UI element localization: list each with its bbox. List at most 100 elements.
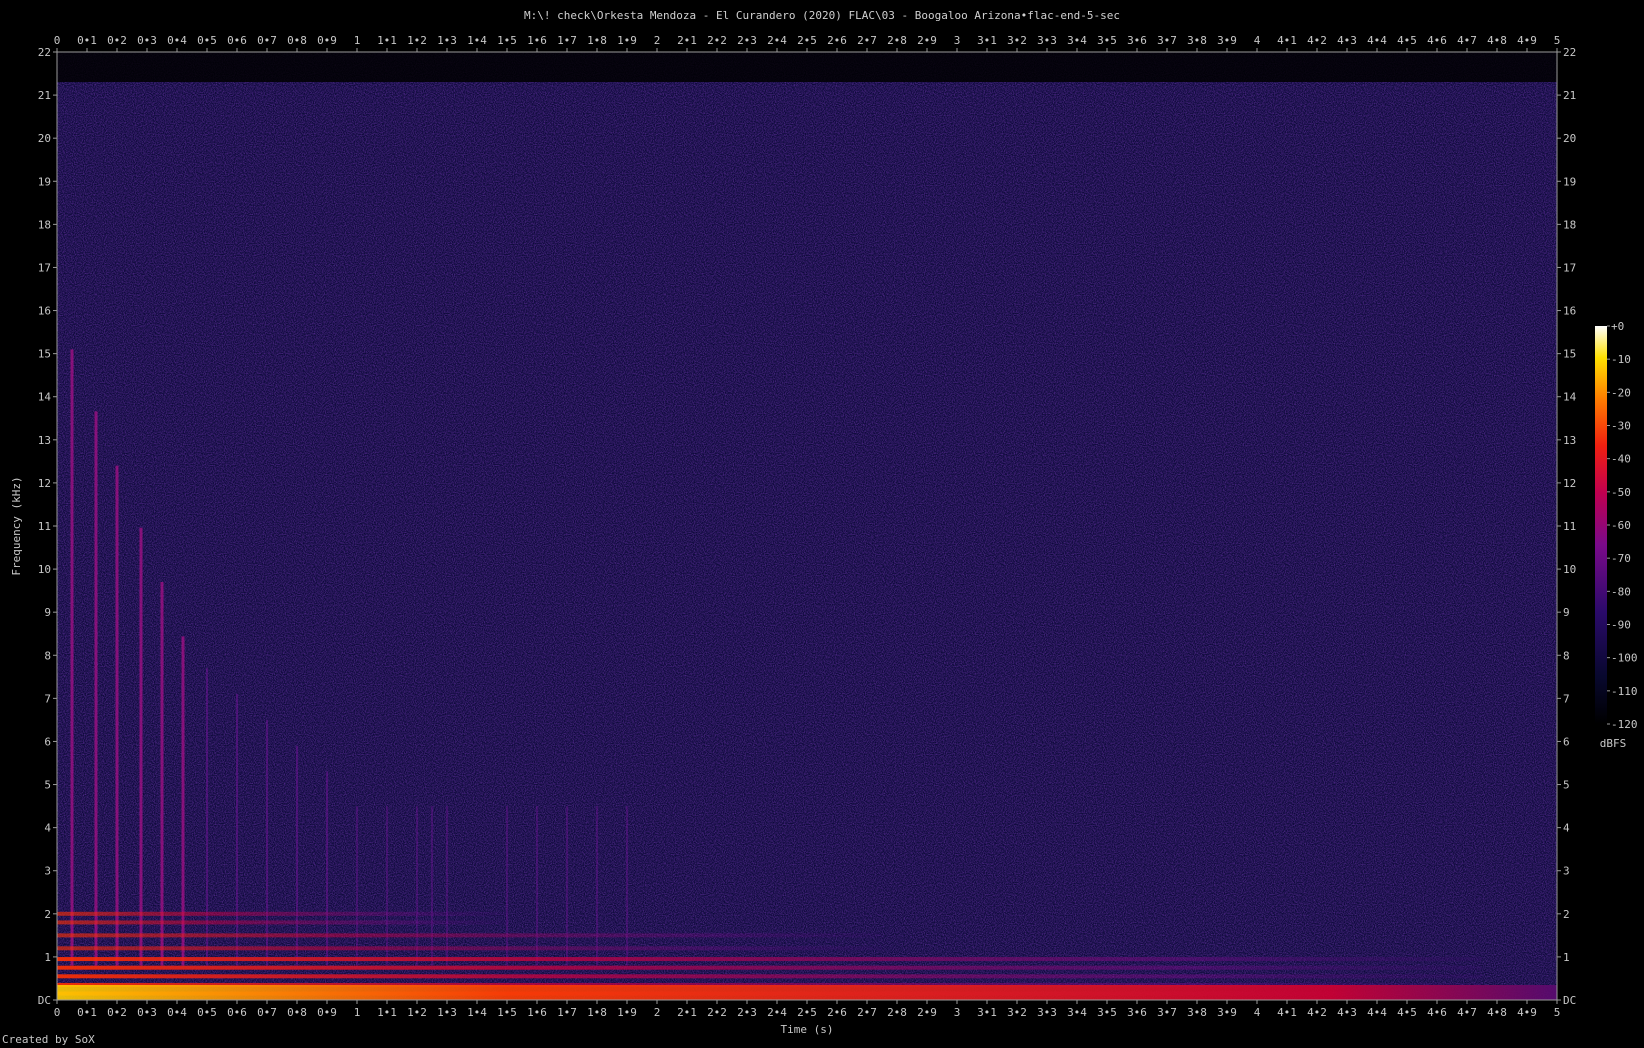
y-tick-label: 9: [1563, 606, 1570, 619]
x-tick-label: 1•5: [497, 1006, 517, 1019]
y-tick-label: 6: [1563, 735, 1570, 748]
y-tick-label: 14: [38, 391, 52, 404]
y-tick-label: 7: [1563, 692, 1570, 705]
x-tick-label: 4•3: [1337, 34, 1357, 47]
x-tick-label: 4•2: [1307, 1006, 1327, 1019]
x-tick-label: 1•6: [527, 1006, 547, 1019]
y-tick-label: 6: [44, 735, 51, 748]
x-tick-label: 2•3: [737, 1006, 757, 1019]
y-tick-label: 21: [1563, 89, 1576, 102]
y-tick-label: 13: [38, 434, 51, 447]
colorbar-tick-label: -40: [1611, 453, 1631, 466]
x-tick-label: 3•8: [1187, 1006, 1207, 1019]
x-tick-label: 4: [1254, 34, 1261, 47]
x-tick-label: 2•4: [767, 1006, 787, 1019]
x-tick-label: 4•6: [1427, 1006, 1447, 1019]
y-tick-label: 4: [44, 822, 51, 835]
x-tick-label: 0•1: [77, 1006, 97, 1019]
y-tick-label: 14: [1563, 391, 1577, 404]
x-tick-label: 1•9: [617, 1006, 637, 1019]
y-tick-label: 5: [44, 779, 51, 792]
y-tick-label: 15: [38, 348, 51, 361]
y-tick-label: 19: [38, 175, 51, 188]
x-tick-label: 0: [54, 34, 61, 47]
spectral-band: [57, 946, 882, 951]
x-tick-label: 3•2: [1007, 34, 1027, 47]
x-tick-label: 4•1: [1277, 1006, 1297, 1019]
spectral-band: [57, 957, 1482, 962]
y-tick-label: 1: [44, 951, 51, 964]
y-tick-label: 18: [38, 218, 51, 231]
x-tick-label: 1•8: [587, 34, 607, 47]
colorbar-tick-label: -10: [1611, 353, 1631, 366]
y-tick-label: 2: [1563, 908, 1570, 921]
x-tick-label: 4•5: [1397, 34, 1417, 47]
y-tick-label: 18: [1563, 218, 1576, 231]
x-tick-label: 3•9: [1217, 34, 1237, 47]
x-tick-label: 4: [1254, 1006, 1261, 1019]
colorbar-tick-label: +0: [1611, 320, 1624, 333]
x-tick-label: 0•4: [167, 34, 187, 47]
chart-title: M:\! check\Orkesta Mendoza - El Curander…: [524, 9, 1120, 22]
x-tick-label: 4•5: [1397, 1006, 1417, 1019]
x-tick-label: 3•4: [1067, 34, 1087, 47]
x-tick-label: 1•1: [377, 1006, 397, 1019]
colorbar-ticks: +0 -10 -20 -30 -40 -50 -60 -70 -80 -90 -100 -110 -12…: [1607, 320, 1638, 731]
x-tick-label: 0•9: [317, 1006, 337, 1019]
colorbar-tick-label: -30: [1611, 420, 1631, 433]
x-tick-label: 0•9: [317, 34, 337, 47]
x-tick-label: 2•7: [857, 34, 877, 47]
y-tick-label: 20: [1563, 132, 1576, 145]
x-tick-label: 1: [354, 34, 361, 47]
x-tick-label: 1•4: [467, 34, 487, 47]
x-tick-label: 2•9: [917, 1006, 937, 1019]
x-tick-label: 3•5: [1097, 34, 1117, 47]
y-tick-label: 8: [1563, 649, 1570, 662]
x-tick-label: 3•8: [1187, 34, 1207, 47]
x-tick-label: 0•5: [197, 1006, 217, 1019]
x-tick-label: 5: [1554, 34, 1561, 47]
x-tick-label: 2•9: [917, 34, 937, 47]
x-tick-label: 2: [654, 34, 661, 47]
x-tick-label: 1•3: [437, 1006, 457, 1019]
y-tick-label: 8: [44, 649, 51, 662]
y-tick-label: 22: [38, 46, 51, 59]
x-tick-label: 3•4: [1067, 1006, 1087, 1019]
x-tick-label: 3•7: [1157, 34, 1177, 47]
x-tick-label: 3•1: [977, 1006, 997, 1019]
x-tick-label: 0•2: [107, 1006, 127, 1019]
y-tick-label: 20: [38, 132, 51, 145]
x-tick-label: 3•7: [1157, 1006, 1177, 1019]
colorbar-tick-label: -20: [1611, 386, 1631, 399]
y-tick-label: 5: [1563, 779, 1570, 792]
spectrogram-chart: M:\! check\Orkesta Mendoza - El Curander…: [10, 9, 1638, 1036]
x-tick-label: 1•3: [437, 34, 457, 47]
x-tick-label: 2•8: [887, 1006, 907, 1019]
y-tick-label: 10: [1563, 563, 1576, 576]
x-tick-label: 2•7: [857, 1006, 877, 1019]
x-tick-label: 4•1: [1277, 34, 1297, 47]
x-tick-label: 1•6: [527, 34, 547, 47]
colorbar-tick-label: -60: [1611, 519, 1631, 532]
x-tick-label: 4•9: [1517, 1006, 1537, 1019]
colorbar-tick-label: -80: [1611, 585, 1631, 598]
y-tick-label: 13: [1563, 434, 1576, 447]
y-tick-label: DC: [38, 994, 51, 1007]
noise-floor: [57, 52, 1557, 1000]
y-tick-label: 3: [1563, 865, 1570, 878]
x-tick-label: 1•2: [407, 34, 427, 47]
x-tick-label: 1•1: [377, 34, 397, 47]
x-tick-label: 4•4: [1367, 1006, 1387, 1019]
x-tick-label: 0•5: [197, 34, 217, 47]
spectral-band: [57, 974, 1482, 979]
x-tick-label: 1•2: [407, 1006, 427, 1019]
y-tick-label: 4: [1563, 822, 1570, 835]
plot-area: [56, 51, 1558, 1001]
y-tick-label: 10: [38, 563, 51, 576]
x-tick-label: 4•6: [1427, 34, 1447, 47]
x-tick-label: 4•2: [1307, 34, 1327, 47]
x-tick-label: 2•1: [677, 1006, 697, 1019]
colorbar-tick-label: -110: [1611, 685, 1638, 698]
x-tick-label: 2•6: [827, 34, 847, 47]
x-tick-label: 1•7: [557, 34, 577, 47]
